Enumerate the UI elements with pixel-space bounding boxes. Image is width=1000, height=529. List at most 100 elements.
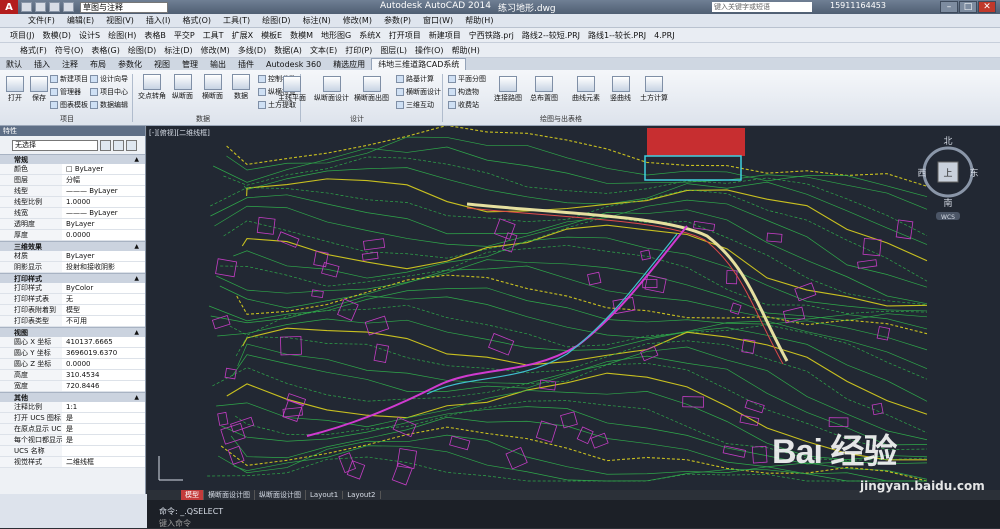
property-value[interactable]: 二维线框 (62, 457, 145, 467)
tb2-item[interactable]: 图层(L) (376, 45, 411, 56)
workspace-select[interactable]: 草图与注释 (80, 1, 168, 13)
tb1-item[interactable]: 设计S (75, 30, 104, 41)
open-file-icon[interactable] (35, 2, 46, 12)
tb2-item[interactable]: 操作(O) (411, 45, 448, 56)
tb2-item[interactable]: 文本(E) (306, 45, 341, 56)
property-value[interactable]: 0.0000 (62, 230, 145, 240)
tab-plugins[interactable]: 插件 (232, 59, 260, 70)
tb1-item[interactable]: 平交P (170, 30, 199, 41)
tab-layout[interactable]: 布局 (84, 59, 112, 70)
menu-modify[interactable]: 修改(M) (337, 15, 378, 26)
property-value[interactable]: 1:1 (62, 402, 145, 412)
plan-subdiv-button[interactable]: 平面分图 (448, 74, 486, 84)
menu-draw[interactable]: 绘图(D) (256, 15, 296, 26)
property-value[interactable]: 310.4534 (62, 370, 145, 380)
data-edit-button[interactable]: 数据编辑 (90, 100, 128, 110)
menu-tools[interactable]: 工具(T) (217, 15, 256, 26)
tb1-item[interactable]: 数模(D) (39, 30, 75, 41)
property-row[interactable]: 打开 UCS 图标是 (0, 413, 145, 424)
viewport-label[interactable]: [-][俯视][二维线框] (149, 128, 210, 138)
menu-edit[interactable]: 编辑(E) (61, 15, 100, 26)
new-project-button[interactable]: 新建项目 (50, 74, 88, 84)
property-value[interactable]: 是 (62, 424, 145, 434)
tb1-item[interactable]: 表格B (140, 30, 170, 41)
autocad-logo-icon[interactable]: A (0, 0, 18, 14)
total-map-button[interactable]: 总布置图 (530, 76, 558, 103)
property-row[interactable]: 注释比例 1:1 (0, 402, 145, 413)
menu-help[interactable]: 帮助(H) (459, 15, 499, 26)
tb1-item[interactable]: 新建项目 (425, 30, 465, 41)
tb1-item[interactable]: 工具T (199, 30, 228, 41)
tab-insert[interactable]: 插入 (28, 59, 56, 70)
toll-station-button[interactable]: 收费站 (448, 100, 479, 110)
tb2-item[interactable]: 表格(G) (87, 45, 123, 56)
command-input[interactable]: 键入命令 (159, 518, 191, 529)
cross-design-button[interactable]: 横断面设计 (396, 87, 441, 97)
property-value[interactable]: 投射和接收阴影 (62, 262, 145, 272)
tab-featured[interactable]: 精选应用 (327, 59, 371, 70)
tab-annotate[interactable]: 注释 (56, 59, 84, 70)
tb2-item[interactable]: 多线(D) (234, 45, 270, 56)
tb2-item[interactable]: 绘图(D) (124, 45, 160, 56)
property-row[interactable]: 打印样式表无 (0, 294, 145, 305)
new-file-icon[interactable] (21, 2, 32, 12)
manager-button[interactable]: 管理器 (50, 87, 81, 97)
menu-parametric[interactable]: 参数(P) (378, 15, 417, 26)
property-value[interactable]: ByColor (62, 283, 145, 293)
property-row[interactable]: 阴影显示 投射和接收阴影 (0, 262, 145, 273)
property-value[interactable]: □ ByLayer (62, 164, 145, 174)
search-input[interactable]: 键入关键字或短语 (712, 2, 812, 12)
structures-button[interactable]: 构造物 (448, 87, 479, 97)
tb1-item[interactable]: 模板E (257, 30, 286, 41)
toggle-pickadd-icon[interactable] (100, 139, 111, 151)
road-calc-button[interactable]: 路基计算 (396, 74, 434, 84)
minimize-button[interactable]: – (940, 1, 958, 13)
property-row[interactable]: 线型比例 1.0000 (0, 197, 145, 208)
property-row[interactable]: UCS 名称 (0, 446, 145, 457)
property-value[interactable]: ByLayer (62, 219, 145, 229)
tab-view[interactable]: 视图 (148, 59, 176, 70)
tb1-item[interactable]: 扩展X (228, 30, 257, 41)
project-center-button[interactable]: 项目中心 (90, 87, 128, 97)
tb2-item[interactable]: 帮助(H) (448, 45, 484, 56)
menu-dimension[interactable]: 标注(N) (297, 15, 337, 26)
three-in-one-button[interactable]: 三维互动 (396, 100, 434, 110)
connect-map-button[interactable]: 连接路图 (494, 76, 522, 103)
property-value[interactable]: ——— ByLayer (62, 208, 145, 218)
property-value[interactable]: 分幅 (62, 175, 145, 185)
property-row[interactable]: 在原点显示 UC...是 (0, 424, 145, 435)
property-value[interactable]: 是 (62, 413, 145, 423)
tab-weidi-road-cad[interactable]: 纬地三维道路CAD系统 (371, 58, 467, 70)
tb1-item[interactable]: 绘图(H) (104, 30, 140, 41)
tab-layout[interactable]: 横断面设计图 (204, 490, 255, 500)
tb2-item[interactable]: 数据(A) (270, 45, 306, 56)
tb1-item[interactable]: 数模M (286, 30, 317, 41)
property-value[interactable]: 是 (62, 435, 145, 445)
select-objects-icon[interactable] (113, 139, 124, 151)
tab-layout[interactable]: 纵断面设计图 (255, 490, 306, 500)
menu-format[interactable]: 格式(O) (176, 15, 217, 26)
tab-layout[interactable]: Layout1 (306, 491, 344, 499)
open-button[interactable]: 打开 (6, 76, 24, 103)
vert-design-button[interactable]: 纵断面设计 (314, 76, 349, 103)
property-row[interactable]: 打印样式 ByColor (0, 283, 145, 294)
property-row[interactable]: 每个视口都显示...是 (0, 435, 145, 446)
property-row[interactable]: 透明度 ByLayer (0, 219, 145, 230)
tb1-item[interactable]: 系统X (355, 30, 384, 41)
tab-parametric[interactable]: 参数化 (112, 59, 148, 70)
cross-slope-button[interactable]: 交点转角 (138, 74, 166, 101)
tb1-item[interactable]: 地形图G (317, 30, 355, 41)
property-row[interactable]: 圆心 X 坐标 410137.6665 (0, 337, 145, 348)
property-value[interactable] (62, 446, 145, 456)
property-value[interactable]: 410137.6665 (62, 337, 145, 347)
property-row[interactable]: 线型 ——— ByLayer (0, 186, 145, 197)
property-value[interactable]: 1.0000 (62, 197, 145, 207)
property-value[interactable]: ByLayer (62, 251, 145, 261)
vertical-button[interactable]: 纵断面 (172, 74, 193, 101)
tb1-item[interactable]: 路线2--较短.PRJ (518, 30, 584, 41)
property-value[interactable]: 3696019.6370 (62, 348, 145, 358)
property-row[interactable]: 打印表类型 不可用 (0, 316, 145, 327)
cross-draw-button[interactable]: 横断面出图 (354, 76, 389, 103)
viewcube[interactable]: 上 北 南 东 西 WCS (917, 132, 978, 222)
menu-view[interactable]: 视图(V) (100, 15, 140, 26)
